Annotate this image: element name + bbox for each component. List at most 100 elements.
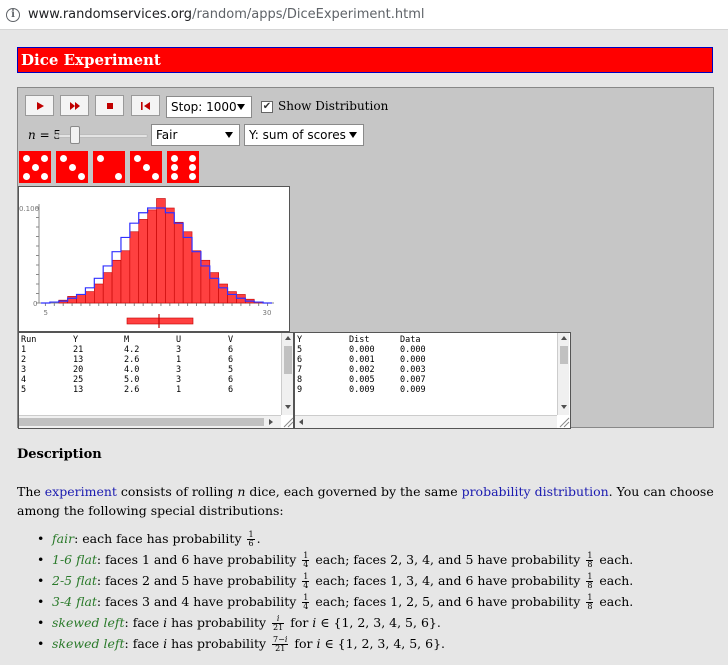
table-cell: 0.000 [400, 345, 426, 355]
table-cell: 0.003 [400, 365, 426, 375]
text-span: has probability [167, 615, 271, 630]
fraction: 14 [302, 572, 310, 590]
reset-button[interactable] [131, 95, 160, 116]
table-cell: 0.005 [349, 375, 375, 385]
n-symbol: n [28, 128, 36, 142]
table-cell: 5 [228, 365, 234, 375]
histogram-bar [76, 294, 86, 304]
die-pip [189, 173, 196, 180]
table-cell: 6 [297, 355, 303, 365]
scroll-down-icon[interactable] [285, 405, 291, 409]
histogram-bar [67, 296, 77, 304]
table-cell: 13 [73, 355, 84, 365]
dist-name: 3-4 flat [52, 594, 97, 609]
dist-table-scrollbar[interactable] [557, 333, 569, 415]
text-span: : each face has probability [74, 531, 246, 546]
fraction: 18 [586, 551, 594, 569]
fraction: 14 [302, 551, 310, 569]
resize-grip-icon[interactable] [558, 416, 570, 428]
die-2 [56, 151, 88, 183]
histogram-bar [111, 259, 122, 304]
scroll-down-icon[interactable] [561, 405, 567, 409]
stop-button[interactable] [95, 95, 124, 116]
table-cell: 3 [21, 365, 27, 375]
histogram-bar [173, 221, 184, 304]
distribution-select[interactable]: Fair [151, 124, 240, 146]
text-span: : face [124, 615, 164, 630]
scroll-left-icon[interactable] [299, 419, 303, 425]
fraction: 16 [247, 530, 255, 548]
hscroll-thumb[interactable] [19, 418, 264, 426]
table-cell: 1 [176, 385, 182, 395]
stop-select[interactable]: Stop: 1000 [166, 96, 252, 118]
column-header: V [228, 335, 234, 345]
scroll-up-icon[interactable] [285, 336, 291, 340]
text-span: : faces 2 and 5 have probability [96, 573, 301, 588]
dist-name: skewed left [52, 636, 125, 651]
die-pip [23, 155, 30, 162]
resize-grip-icon[interactable] [282, 416, 294, 428]
table-cell: 5 [21, 385, 27, 395]
fraction: 18 [586, 572, 594, 590]
run-table-hscrollbar[interactable] [19, 415, 281, 428]
die-pip [171, 173, 178, 180]
run-table-scrollbar[interactable] [281, 333, 293, 415]
die-pip [23, 173, 30, 180]
histogram-bar [200, 259, 211, 304]
dist-name: 1-6 flat [52, 552, 97, 567]
die-4 [130, 151, 162, 183]
play-icon [36, 101, 44, 110]
text-span: each; faces 2, 3, 4, and 5 have probabil… [311, 552, 585, 567]
list-item: 1-6 flat: faces 1 and 6 have probability… [37, 549, 633, 570]
die-pip [171, 164, 178, 171]
histogram-bar [129, 231, 140, 304]
info-icon[interactable]: i [6, 7, 20, 22]
text-span: consists of rolling [116, 484, 238, 499]
chevron-down-icon [225, 132, 233, 138]
text-span: each. [595, 573, 634, 588]
variable-select[interactable]: Y: sum of scores [244, 124, 364, 146]
table-cell: 2.6 [124, 385, 140, 395]
y-tick-label: 0 [33, 300, 37, 308]
table-cell: 6 [228, 355, 234, 365]
die-pip [152, 173, 159, 180]
die-3 [93, 151, 125, 183]
die-pip [69, 164, 76, 171]
set-text: {1, 2, 3, 4, 5, 6}. [333, 615, 441, 630]
histogram-bar [120, 250, 131, 304]
column-header: Y [297, 335, 303, 345]
list-item: fair: each face has probability 16. [37, 528, 633, 549]
histogram-bar [227, 291, 237, 304]
x-tick-label: 5 [43, 309, 47, 317]
experiment-link[interactable]: experiment [45, 484, 117, 499]
show-distribution-checkbox[interactable]: ✔ [261, 101, 273, 113]
probability-distribution-link[interactable]: probability distribution [462, 484, 609, 499]
n-label: n = 5 [28, 128, 61, 142]
table-cell: 7 [297, 365, 303, 375]
show-distribution-label: Show Distribution [278, 99, 389, 113]
table-cell: 5.0 [124, 375, 140, 385]
die-5 [167, 151, 199, 183]
run-button[interactable] [60, 95, 89, 116]
histogram-bar [165, 207, 175, 304]
n-slider-thumb[interactable] [70, 126, 80, 144]
table-cell: 6 [228, 375, 234, 385]
fraction: 18 [586, 593, 594, 611]
scroll-right-icon[interactable] [269, 419, 273, 425]
step-button[interactable] [25, 95, 54, 116]
dist-table-hscrollbar[interactable] [295, 415, 557, 428]
fraction: 7−i 21 [272, 635, 289, 653]
column-header: U [176, 335, 182, 345]
scroll-thumb[interactable] [560, 346, 568, 364]
distribution-table: Y Dist Data 5 0.000 0.000 6 0.001 0.000 7 0.002 0.0… [294, 332, 571, 429]
scroll-thumb[interactable] [284, 346, 292, 374]
x-tick-label: 30 [263, 309, 272, 317]
die-pip [97, 155, 104, 162]
url-host: www.randomservices.org [28, 7, 193, 22]
address-bar[interactable]: i www.randomservices.org/random/apps/Dic… [0, 0, 728, 30]
die-pip [41, 173, 48, 180]
table-cell: 1 [21, 345, 27, 355]
scroll-up-icon[interactable] [561, 336, 567, 340]
table-cell: 4.0 [124, 365, 140, 375]
die-1 [19, 151, 51, 183]
